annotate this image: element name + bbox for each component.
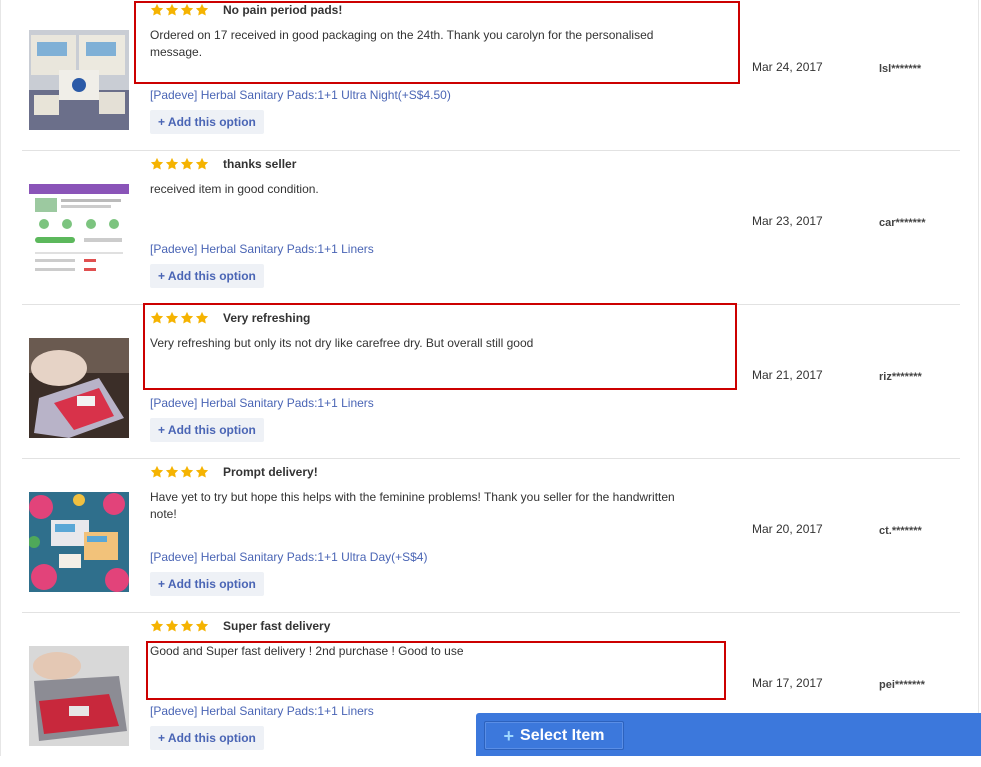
select-item-bar: + Select Item xyxy=(476,713,981,756)
star-icon xyxy=(195,311,209,324)
review-photo[interactable] xyxy=(29,338,129,438)
star-icon xyxy=(165,619,179,632)
rating-stars xyxy=(150,3,209,17)
star-icon xyxy=(165,311,179,324)
add-option-button[interactable]: + Add this option xyxy=(150,726,264,750)
star-icon xyxy=(180,157,194,170)
star-icon xyxy=(195,619,209,632)
option-link[interactable]: [Padeve] Herbal Sanitary Pads:1+1 Liners xyxy=(150,704,374,718)
review-photo[interactable] xyxy=(29,184,129,284)
add-option-button[interactable]: + Add this option xyxy=(150,110,264,134)
star-icon xyxy=(150,311,164,324)
reviewer-name: car******* xyxy=(879,217,926,229)
select-item-button[interactable]: + Select Item xyxy=(484,721,624,750)
star-icon xyxy=(180,311,194,324)
review-title: Prompt delivery! xyxy=(223,465,318,479)
option-link[interactable]: [Padeve] Herbal Sanitary Pads:1+1 Ultra … xyxy=(150,88,451,102)
star-icon xyxy=(165,3,179,16)
add-option-button[interactable]: + Add this option xyxy=(150,264,264,288)
review-date: Mar 23, 2017 xyxy=(752,214,823,228)
reviewer-name: lsl******* xyxy=(879,63,922,75)
star-icon xyxy=(165,465,179,478)
review-item: Very refreshing Very refreshing but only… xyxy=(22,305,960,459)
add-option-button[interactable]: + Add this option xyxy=(150,418,264,442)
review-text: Good and Super fast delivery ! 2nd purch… xyxy=(150,644,464,658)
reviewer-name: ct.******* xyxy=(879,525,922,537)
rating-stars xyxy=(150,465,209,479)
star-icon xyxy=(150,3,164,16)
rating-stars xyxy=(150,311,209,325)
review-photo[interactable] xyxy=(29,30,129,130)
star-icon xyxy=(180,465,194,478)
plus-icon: + xyxy=(503,725,515,746)
review-photo[interactable] xyxy=(29,492,129,592)
option-link[interactable]: [Padeve] Herbal Sanitary Pads:1+1 Liners xyxy=(150,396,374,410)
review-date: Mar 24, 2017 xyxy=(752,60,823,74)
star-icon xyxy=(150,619,164,632)
select-item-label: Select Item xyxy=(520,726,605,744)
review-item: Prompt delivery! Have yet to try but hop… xyxy=(22,459,960,613)
review-item: thanks seller received item in good cond… xyxy=(22,151,960,305)
rating-stars xyxy=(150,157,209,171)
review-text: Very refreshing but only its not dry lik… xyxy=(150,336,534,350)
option-link[interactable]: [Padeve] Herbal Sanitary Pads:1+1 Ultra … xyxy=(150,550,427,564)
review-title: Very refreshing xyxy=(223,311,311,325)
star-icon xyxy=(195,3,209,16)
review-text: Have yet to try but hope this helps with… xyxy=(150,490,675,521)
reviewer-name: riz******* xyxy=(879,371,922,383)
review-title: No pain period pads! xyxy=(223,3,343,17)
review-text: received item in good condition. xyxy=(150,182,319,196)
rating-stars xyxy=(150,619,209,633)
review-date: Mar 17, 2017 xyxy=(752,676,823,690)
reviewer-name: pei******* xyxy=(879,679,925,691)
review-photo[interactable] xyxy=(29,646,129,746)
star-icon xyxy=(150,157,164,170)
add-option-button[interactable]: + Add this option xyxy=(150,572,264,596)
review-date: Mar 21, 2017 xyxy=(752,368,823,382)
option-link[interactable]: [Padeve] Herbal Sanitary Pads:1+1 Liners xyxy=(150,242,374,256)
star-icon xyxy=(150,465,164,478)
review-date: Mar 20, 2017 xyxy=(752,522,823,536)
star-icon xyxy=(180,3,194,16)
star-icon xyxy=(195,157,209,170)
review-item: No pain period pads! Ordered on 17 recei… xyxy=(22,0,960,151)
review-text: Ordered on 17 received in good packaging… xyxy=(150,28,654,59)
star-icon xyxy=(180,619,194,632)
review-title: Super fast delivery xyxy=(223,619,331,633)
star-icon xyxy=(195,465,209,478)
review-title: thanks seller xyxy=(223,157,297,171)
star-icon xyxy=(165,157,179,170)
